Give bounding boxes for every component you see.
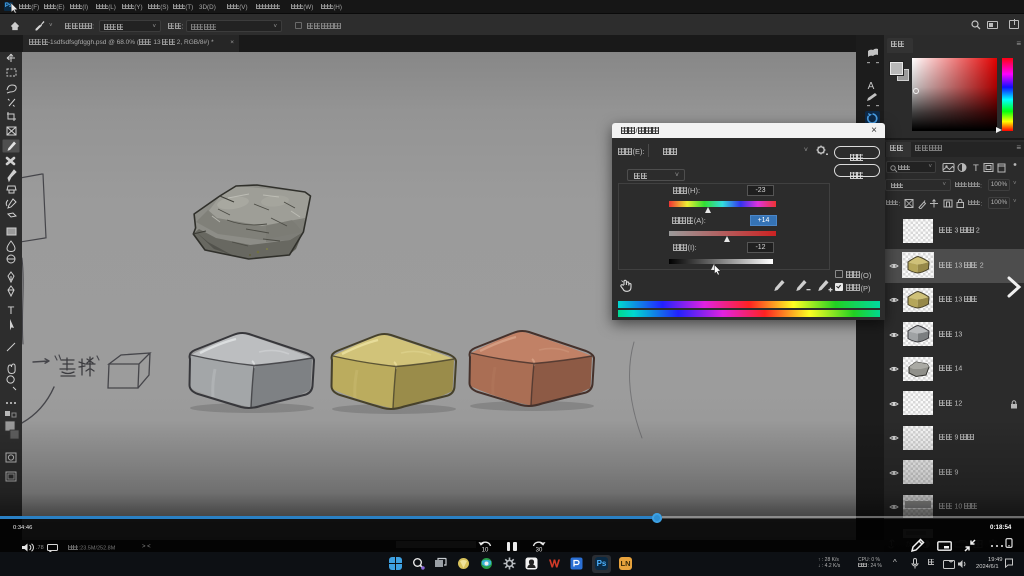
svg-text:T: T xyxy=(8,305,15,317)
svg-text:A: A xyxy=(868,81,875,92)
svg-text:T: T xyxy=(973,163,979,174)
